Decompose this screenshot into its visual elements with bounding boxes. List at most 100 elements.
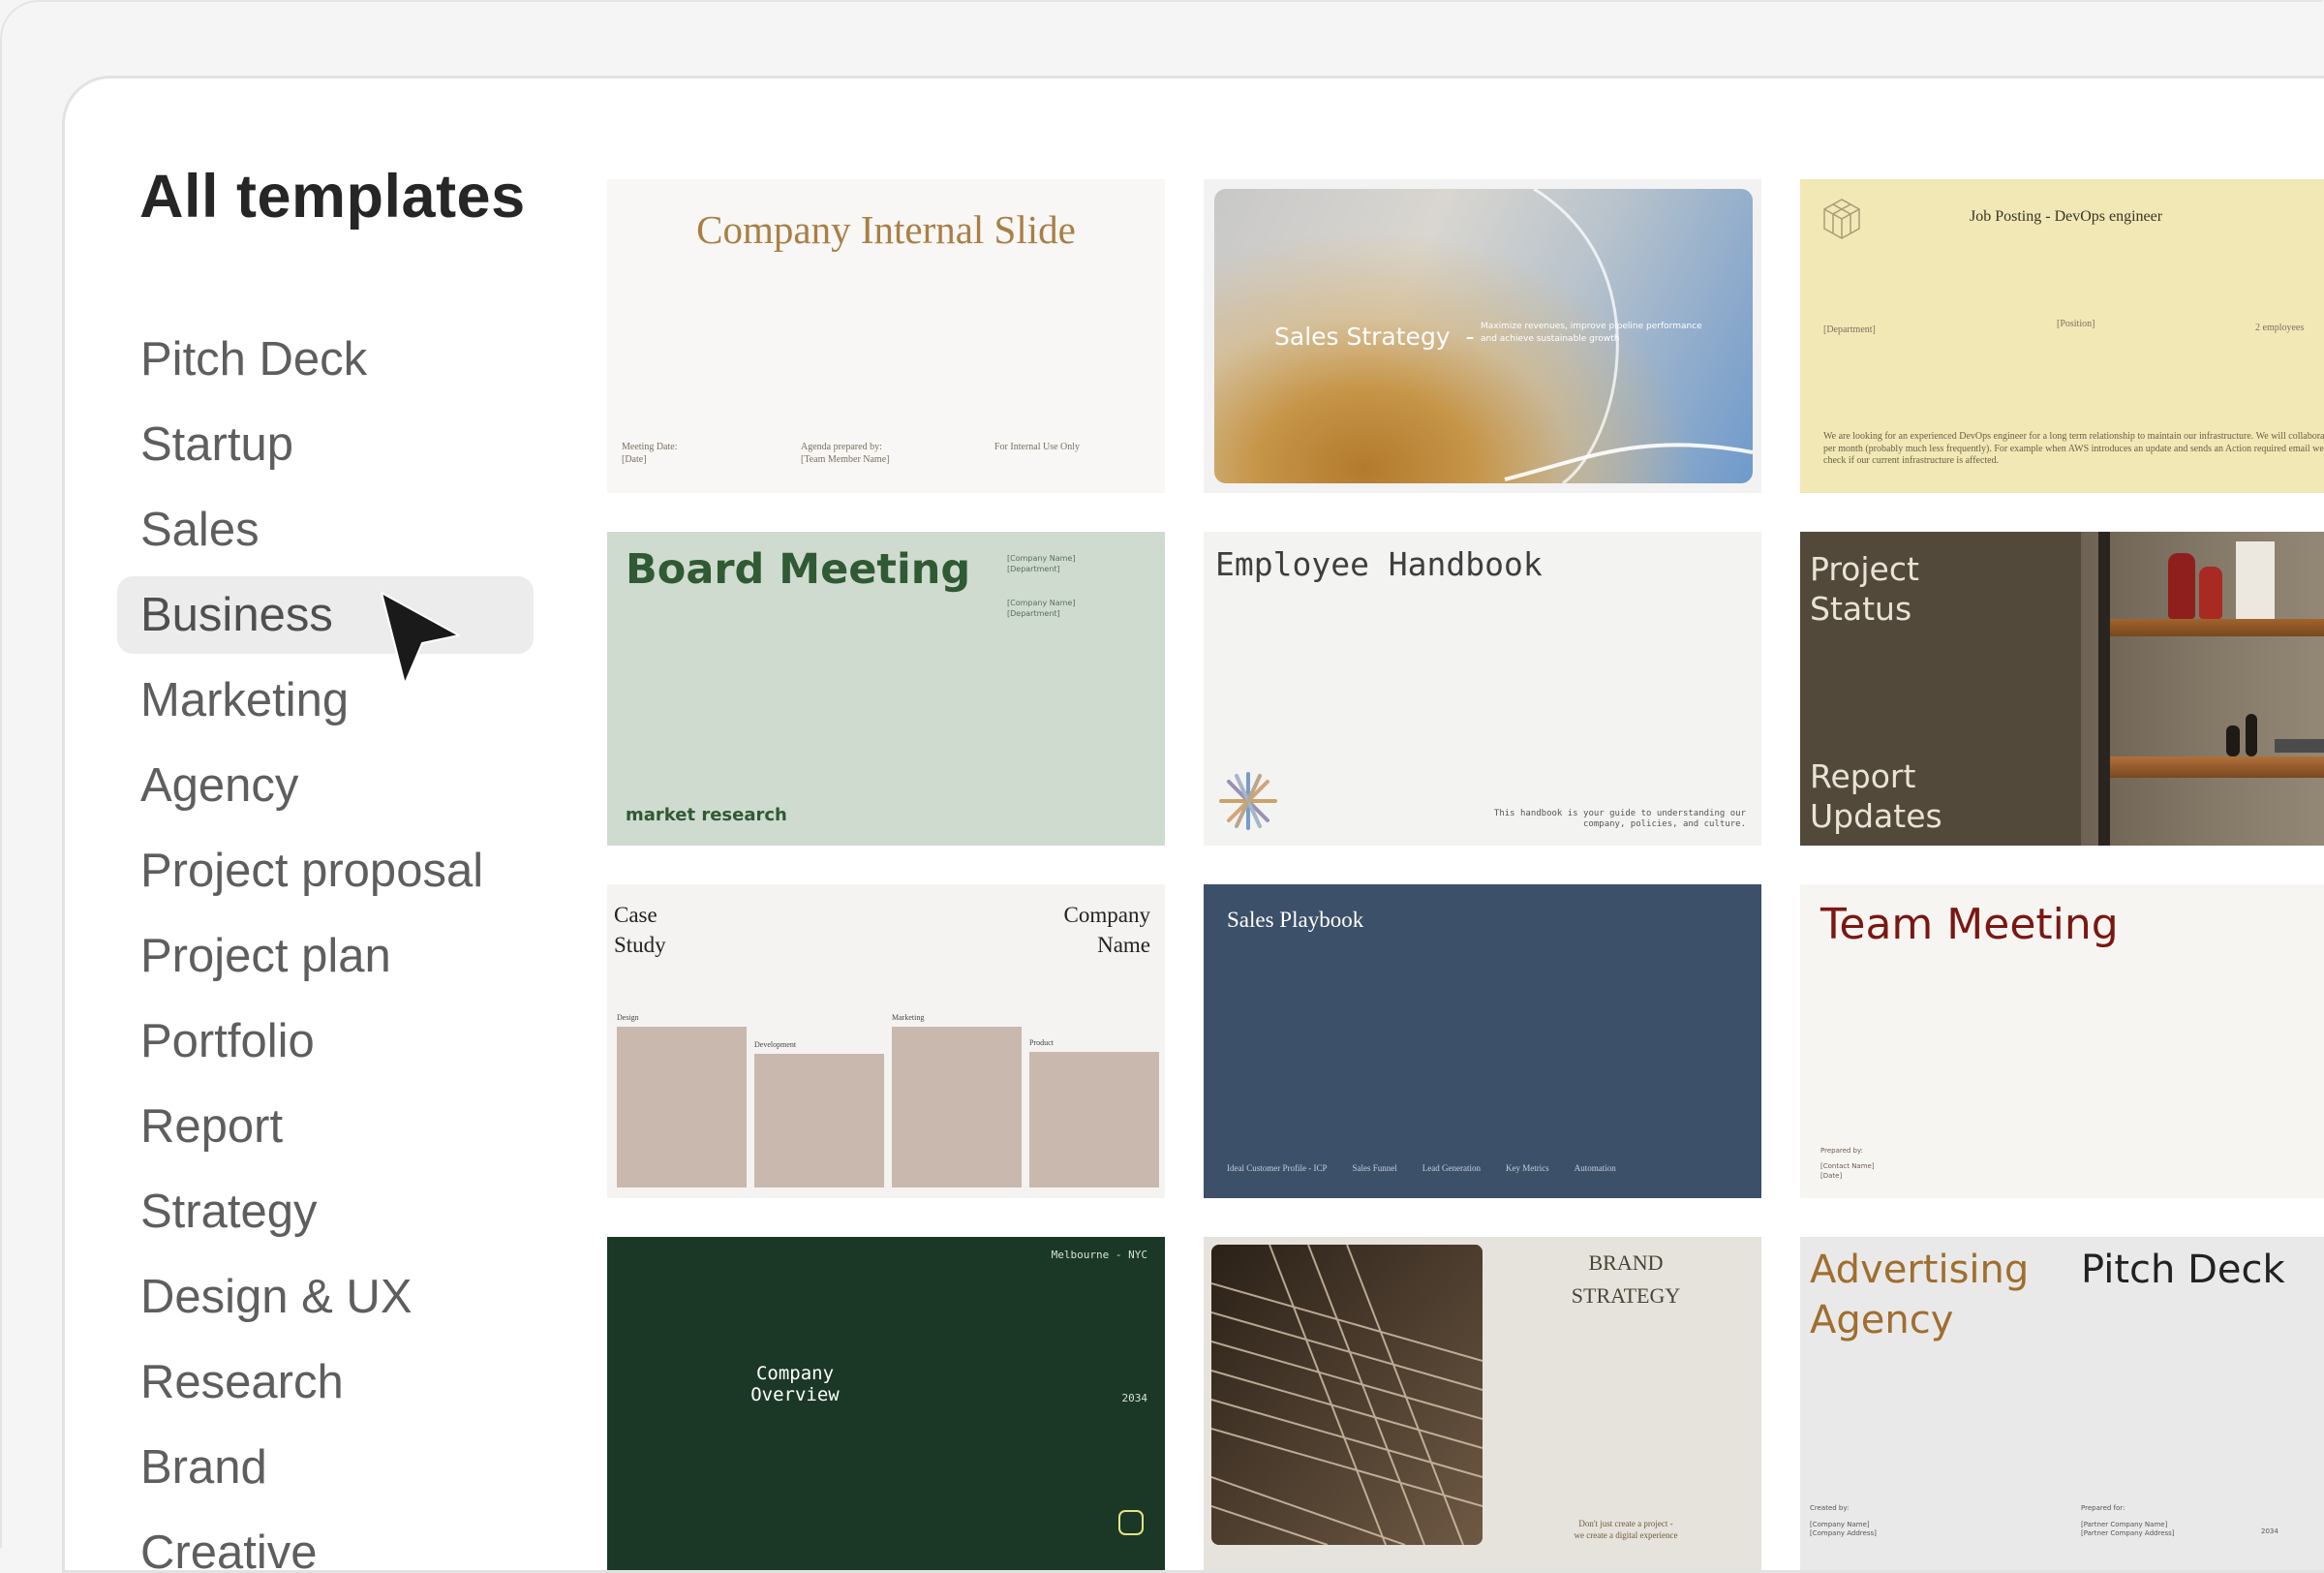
playbook-nav: Ideal Customer Profile - ICP Sales Funnel… <box>1227 1163 1750 1173</box>
card-title: Team Meeting <box>1820 900 2119 949</box>
internal-note: For Internal Use Only <box>994 442 1081 452</box>
template-card-brand-strategy[interactable]: BRAND STRATEGY Don't just create a proje… <box>1204 1237 1761 1570</box>
template-card-advertising-agency[interactable]: Advertising Agency Pitch Deck Created by… <box>1800 1237 2324 1570</box>
mouse-pointer-icon <box>381 592 460 685</box>
shelf-photo <box>2081 532 2324 846</box>
bar <box>754 1054 884 1187</box>
company-name-1: [Company Name] <box>1007 554 1076 563</box>
job-description: We are looking for an experienced DevOps… <box>1823 431 2324 466</box>
agenda-value: [Team Member Name] <box>801 454 890 465</box>
card-title: Employee Handbook <box>1215 545 1543 583</box>
sidebar-item-creative[interactable]: Creative <box>117 1514 534 1570</box>
sidebar-item-project-plan[interactable]: Project plan <box>117 917 534 995</box>
sidebar-item-pitch-deck[interactable]: Pitch Deck <box>117 321 534 398</box>
company-info-2: [Company Name] [Department] <box>1007 598 1075 619</box>
template-card-project-status[interactable]: Project Status Report Updates <box>1800 532 2324 846</box>
title-line-2: Status <box>1810 590 1912 628</box>
bar-label: Development <box>754 1040 797 1049</box>
tagline-line-1: Don't just create a project - <box>1578 1519 1673 1528</box>
card-title-right: Pitch Deck <box>2081 1248 2285 1292</box>
prepared-for-label: Prepared for: <box>2081 1504 2125 1512</box>
card-subtitle: Maximize revenues, improve pipeline perf… <box>1481 322 1702 344</box>
template-card-case-study[interactable]: Case Study Company Name Design Developmen… <box>607 884 1165 1198</box>
card-title: Job Posting - DevOps engineer <box>1970 208 2163 225</box>
bar-label: Design <box>617 1013 639 1022</box>
sidebar-item-strategy[interactable]: Strategy <box>117 1173 534 1250</box>
nav-item-sales-funnel: Sales Funnel <box>1352 1163 1397 1173</box>
page-title: All templates <box>139 163 526 231</box>
sidebar-item-portfolio[interactable]: Portfolio <box>117 1002 534 1080</box>
year-label: 2034 <box>1121 1392 1148 1404</box>
nav-item-automation: Automation <box>1574 1163 1616 1173</box>
title-line-1: Project <box>1810 550 1919 588</box>
bar-label: Marketing <box>892 1013 925 1022</box>
sidebar-item-brand[interactable]: Brand <box>117 1429 534 1506</box>
card-title: Project Status <box>1810 549 1919 629</box>
card-footer: market research <box>626 805 787 825</box>
company-info-1: [Company Name] [Department] <box>1007 553 1075 574</box>
partner-address: [Partner Company Address] <box>2081 1529 2175 1537</box>
title-line-1: Company <box>755 1363 835 1384</box>
bar <box>892 1027 1022 1187</box>
sidebar-item-project-proposal[interactable]: Project proposal <box>117 832 534 910</box>
card-title: Company Overview <box>708 1363 882 1405</box>
sidebar-item-design-ux[interactable]: Design & UX <box>117 1258 534 1336</box>
contact-name: [Contact Name] <box>1820 1162 1875 1170</box>
title-line-2: STRATEGY <box>1571 1283 1681 1308</box>
company-name-2: [Company Name] <box>1007 599 1076 607</box>
nav-item-lead-generation: Lead Generation <box>1422 1163 1481 1173</box>
card-title: Company Internal Slide <box>696 207 1076 252</box>
department-1: [Department] <box>1007 565 1060 573</box>
agenda-label: Agenda prepared by: <box>801 442 882 452</box>
subtitle-line-1: Report <box>1810 757 1916 795</box>
created-by-block: Created by: [Company Name] [Company Addr… <box>1810 1504 1877 1538</box>
template-card-company-overview[interactable]: Melbourne - NYC Company Overview 2034 <box>607 1237 1165 1570</box>
card-tagline: Don't just create a project - we create … <box>1490 1518 1761 1541</box>
card-title: Sales Playbook <box>1227 908 1364 932</box>
nav-item-key-metrics: Key Metrics <box>1505 1163 1549 1173</box>
template-card-board-meeting[interactable]: Board Meeting [Company Name] [Department… <box>607 532 1165 846</box>
nav-item-icp: Ideal Customer Profile - ICP <box>1227 1163 1328 1173</box>
employees-label: 2 employees <box>2255 323 2305 333</box>
department-2: [Department] <box>1007 609 1060 618</box>
asterisk-logo-icon <box>1219 772 1277 830</box>
sidebar-item-agency[interactable]: Agency <box>117 747 534 824</box>
folded-paper-photo <box>1211 1245 1483 1545</box>
template-card-job-posting[interactable]: Job Posting - DevOps engineer [Departmen… <box>1800 179 2324 493</box>
meeting-date-value: [Date] <box>622 454 647 465</box>
title-line-2: Overview <box>750 1384 840 1405</box>
title-line-1: BRAND <box>1588 1250 1664 1275</box>
template-card-sales-strategy[interactable]: Sales Strategy - Maximize revenues, impr… <box>1204 179 1761 493</box>
sidebar-item-startup[interactable]: Startup <box>117 406 534 483</box>
title-line-1: Advertising <box>1810 1248 2030 1292</box>
title-line-2: Agency <box>1810 1298 1954 1342</box>
subtitle-line-2: Updates <box>1810 797 1942 835</box>
partner-name: [Partner Company Name] <box>2081 1521 2168 1528</box>
template-card-team-meeting[interactable]: Team Meeting Prepared by: [Contact Name]… <box>1800 884 2324 1198</box>
template-card-company-internal[interactable]: Company Internal Slide Meeting Date: [Da… <box>607 179 1165 493</box>
sidebar-item-research[interactable]: Research <box>117 1343 534 1421</box>
templates-panel: All templates Pitch Deck Startup Sales B… <box>62 76 2324 1573</box>
sidebar-item-report[interactable]: Report <box>117 1088 534 1165</box>
case-study-bars: Design Development Marketing Product <box>607 884 1165 1198</box>
department-label: [Department] <box>1823 324 1876 335</box>
card-title: BRAND STRATEGY <box>1490 1247 1761 1312</box>
bar <box>1029 1052 1159 1187</box>
bar <box>617 1027 747 1187</box>
card-title: Sales Strategy - <box>1274 323 1475 351</box>
location-label: Melbourne - NYC <box>1051 1249 1147 1261</box>
company-address: [Company Address] <box>1810 1529 1877 1537</box>
card-title: Advertising Agency <box>1810 1245 2029 1345</box>
position-label: [Position] <box>2057 319 2095 329</box>
template-card-sales-playbook[interactable]: Sales Playbook Ideal Customer Profile - … <box>1204 884 1761 1198</box>
sidebar-item-business[interactable]: Business <box>117 576 534 654</box>
sidebar-item-sales[interactable]: Sales <box>117 491 534 569</box>
company-name: [Company Name] <box>1810 1521 1870 1528</box>
created-by-label: Created by: <box>1810 1504 1850 1512</box>
card-title: Board Meeting <box>626 545 971 594</box>
template-card-employee-handbook[interactable]: Employee Handbook This handbook is your … <box>1204 532 1761 846</box>
sidebar-item-marketing[interactable]: Marketing <box>117 662 534 739</box>
prepared-by-label: Prepared by: <box>1820 1147 1863 1155</box>
year-label: 2034 <box>2261 1527 2278 1535</box>
cube-logo-icon <box>1823 199 1860 239</box>
